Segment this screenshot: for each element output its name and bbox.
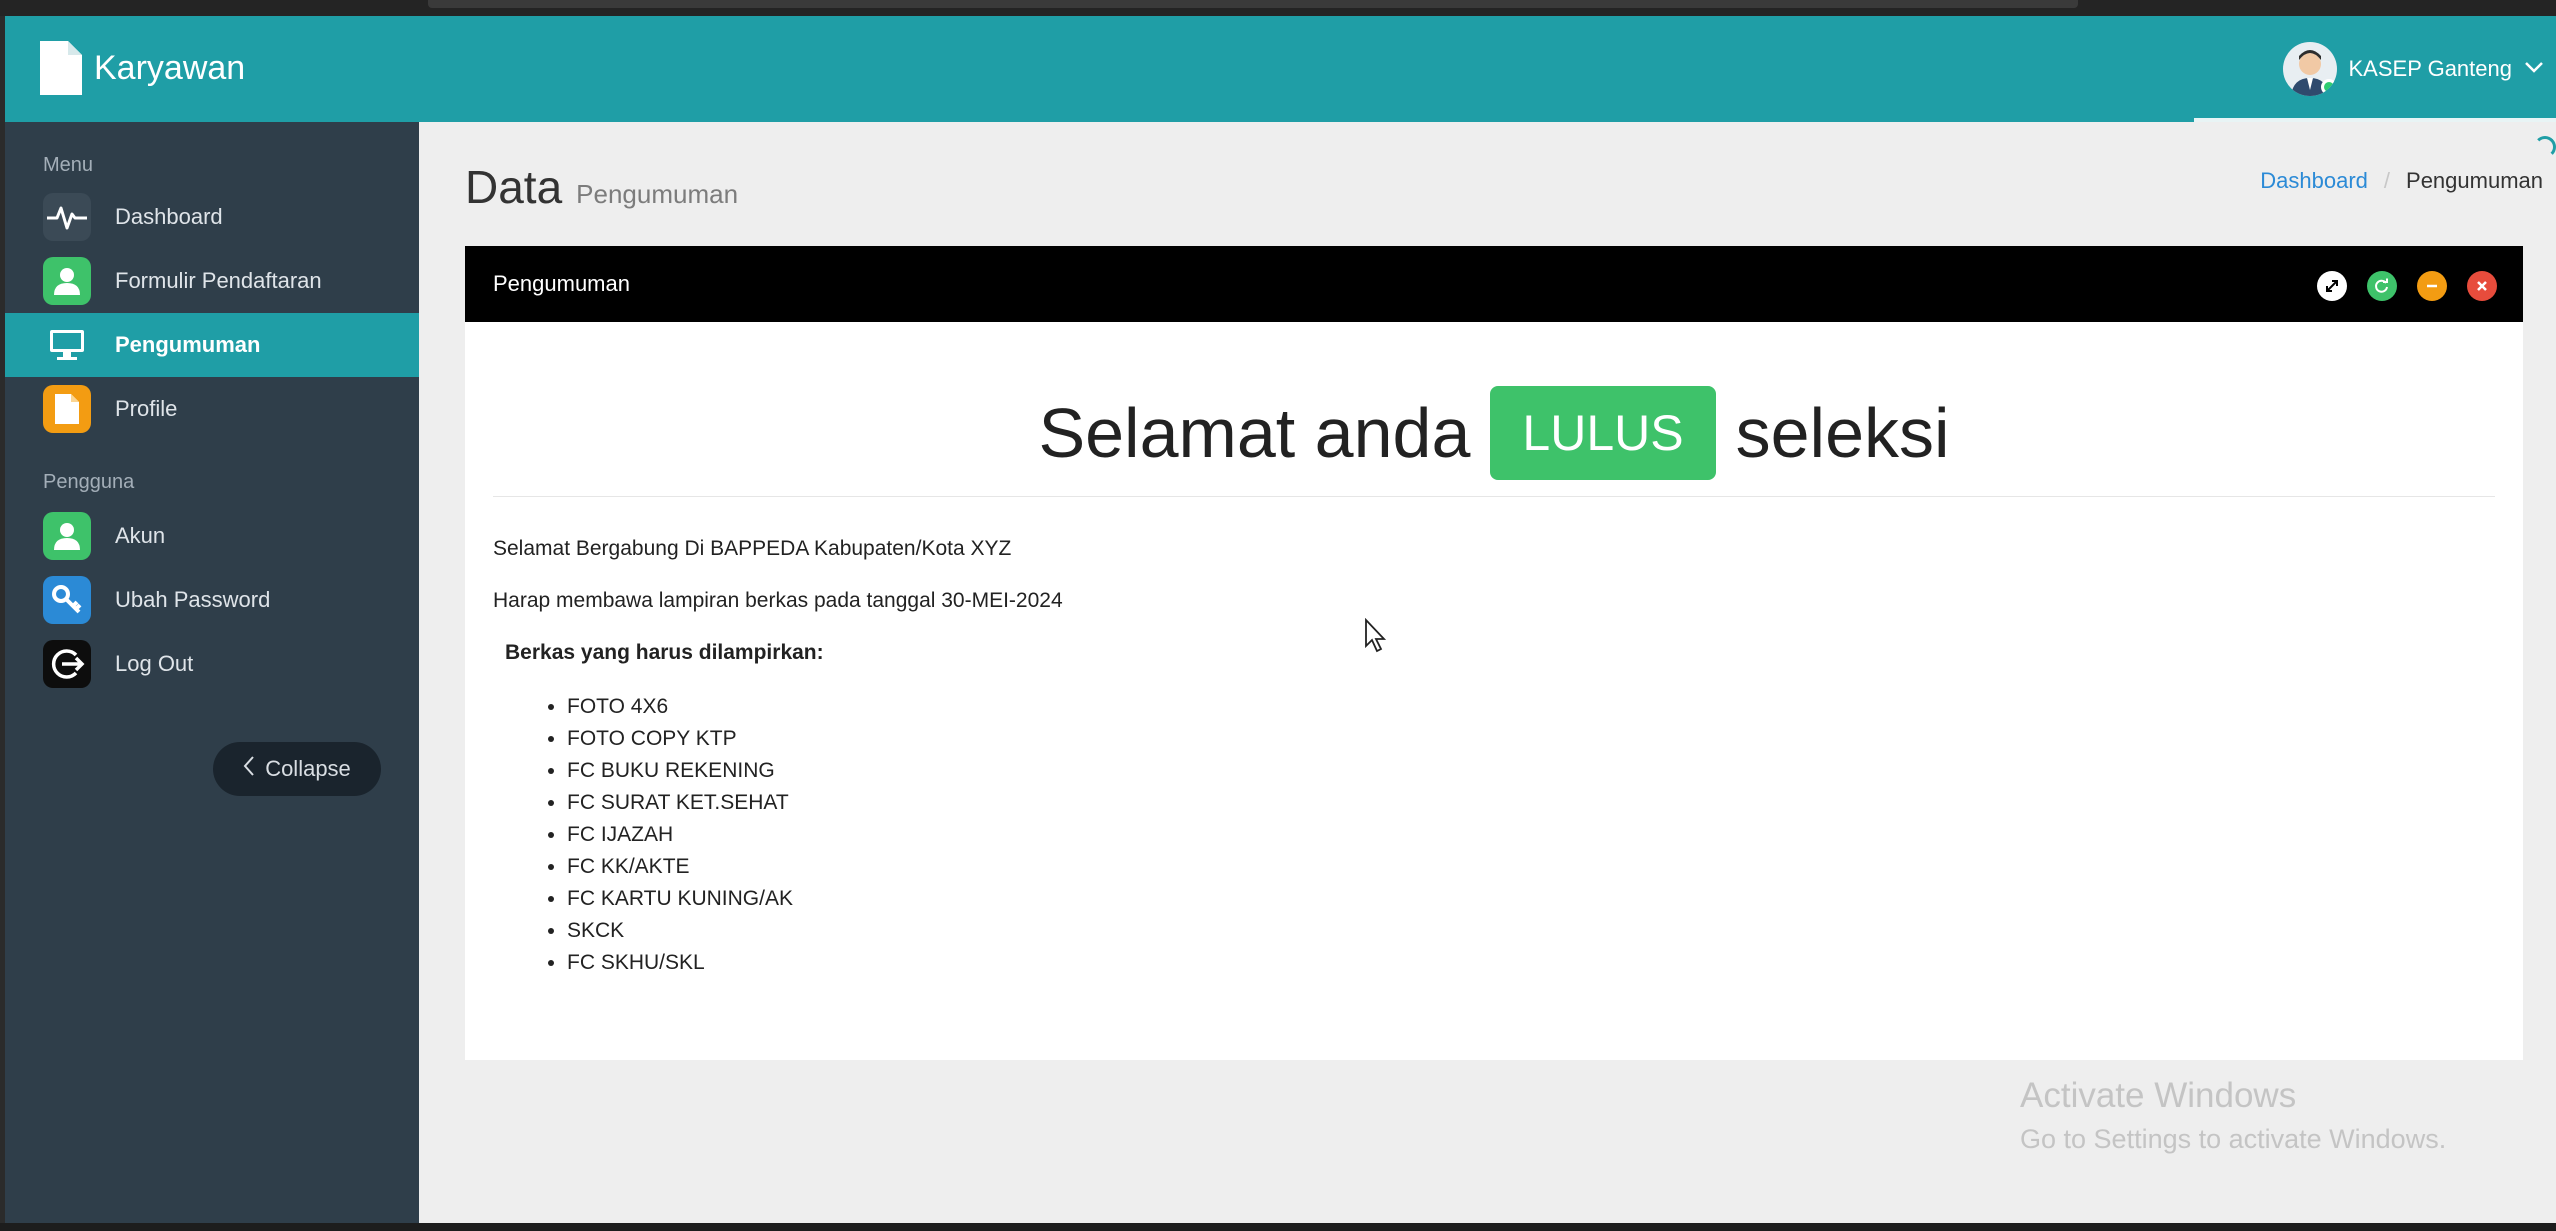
loading-spinner-icon [2534, 136, 2556, 158]
sidebar-item-label: Profile [115, 396, 178, 421]
page-title-main: Data [465, 161, 563, 213]
panel-title: Pengumuman [493, 271, 630, 296]
sidebar-item-akun[interactable]: Akun [5, 504, 419, 568]
sidebar-item-log-out[interactable]: Log Out [5, 632, 419, 696]
top-header: Karyawan KASEP Ganteng [5, 16, 2556, 122]
online-status-dot [2320, 79, 2337, 95]
breadcrumb-current: Pengumuman [2406, 168, 2543, 193]
list-item: FC SKHU/SKL [567, 947, 2523, 979]
sidebar: Menu Dashboard Formulir Pendaftaran Peng… [5, 122, 419, 1223]
refresh-icon[interactable] [2367, 271, 2397, 301]
sidebar-item-ubah-password[interactable]: Ubah Password [5, 568, 419, 632]
sidebar-item-pengumuman[interactable]: Pengumuman [5, 313, 419, 377]
sidebar-section-menu: Menu [43, 154, 94, 176]
browser-tab-bar [428, 0, 2078, 8]
list-item: FC KARTU KUNING/AK [567, 883, 2523, 915]
list-item: SKCK [567, 915, 2523, 947]
instruction-text: Harap membawa lampiran berkas pada tangg… [493, 589, 1063, 612]
sidebar-item-label: Formulir Pendaftaran [115, 268, 322, 293]
requirements-list: FOTO 4X6 FOTO COPY KTP FC BUKU REKENING … [567, 691, 2523, 979]
result-heading: Selamat anda LULUS seleksi [465, 386, 2523, 480]
close-icon[interactable] [2467, 271, 2497, 301]
requirements-title: Berkas yang harus dilampirkan: [505, 641, 824, 664]
panel-header: Pengumuman [465, 246, 2523, 322]
list-item: FC IJAZAH [567, 819, 2523, 851]
browser-top-strip [0, 0, 2556, 16]
activate-windows-watermark: Activate Windows Go to Settings to activ… [2020, 1076, 2446, 1155]
list-item: FC SURAT KET.SEHAT [567, 787, 2523, 819]
key-icon [43, 576, 91, 624]
sidebar-item-label: Pengumuman [115, 332, 261, 357]
avatar[interactable] [2282, 42, 2337, 96]
user-menu[interactable]: KASEP Ganteng [2282, 36, 2545, 102]
list-item: FOTO COPY KTP [567, 723, 2523, 755]
announcement-body: Selamat Bergabung Di BAPPEDA Kabupaten/K… [465, 497, 2523, 979]
breadcrumb: Dashboard / Pengumuman [2260, 168, 2543, 194]
sidebar-item-label: Log Out [115, 651, 194, 676]
sidebar-item-dashboard[interactable]: Dashboard [5, 185, 419, 249]
breadcrumb-dashboard-link[interactable]: Dashboard [2260, 168, 2368, 194]
sidebar-item-label: Akun [115, 523, 166, 548]
sidebar-item-label: Ubah Password [115, 587, 271, 612]
file-icon [43, 385, 91, 433]
taskbar-strip [0, 1223, 2556, 1231]
main-content: Data Pengumuman Dashboard / Pengumuman P… [419, 122, 2556, 1223]
user-name: KASEP Ganteng [2348, 56, 2513, 81]
announcement-panel: Pengumuman Selamat anda LULUS seleksi Se… [465, 246, 2523, 1060]
brand-name: Karyawan [94, 48, 246, 87]
monitor-icon [43, 321, 91, 369]
watermark-subtitle: Go to Settings to activate Windows. [2020, 1124, 2447, 1154]
page-title-sub: Pengumuman [576, 179, 739, 209]
status-badge: LULUS [1490, 386, 1716, 480]
sidebar-section-pengguna: Pengguna [43, 471, 135, 493]
chevron-left-icon [243, 755, 255, 783]
expand-icon[interactable] [2317, 271, 2347, 301]
list-item: FOTO 4X6 [567, 691, 2523, 723]
breadcrumb-separator: / [2383, 168, 2391, 193]
sidebar-item-profile[interactable]: Profile [5, 377, 419, 441]
welcome-text: Selamat Bergabung Di BAPPEDA Kabupaten/K… [493, 537, 1012, 560]
minimize-icon[interactable] [2417, 271, 2447, 301]
document-icon [38, 39, 84, 97]
panel-controls [2317, 271, 2497, 301]
heartbeat-icon [43, 193, 91, 241]
brand[interactable]: Karyawan [38, 33, 245, 103]
list-item: FC KK/AKTE [567, 851, 2523, 883]
sidebar-item-formulir-pendaftaran[interactable]: Formulir Pendaftaran [5, 249, 419, 313]
sidebar-item-label: Dashboard [115, 204, 223, 229]
user-icon [43, 257, 91, 305]
collapse-button[interactable]: Collapse [213, 742, 381, 796]
list-item: FC BUKU REKENING [567, 755, 2523, 787]
mouse-cursor-icon [1364, 617, 1388, 659]
logout-icon [43, 640, 91, 688]
user-icon [43, 512, 91, 560]
result-heading-before: Selamat anda [1038, 394, 1471, 472]
chevron-down-icon[interactable] [2524, 60, 2544, 79]
collapse-label: Collapse [265, 756, 351, 781]
watermark-title: Activate Windows [2020, 1076, 2297, 1115]
result-heading-after: seleksi [1735, 394, 1950, 472]
page-title: Data Pengumuman [465, 160, 738, 214]
